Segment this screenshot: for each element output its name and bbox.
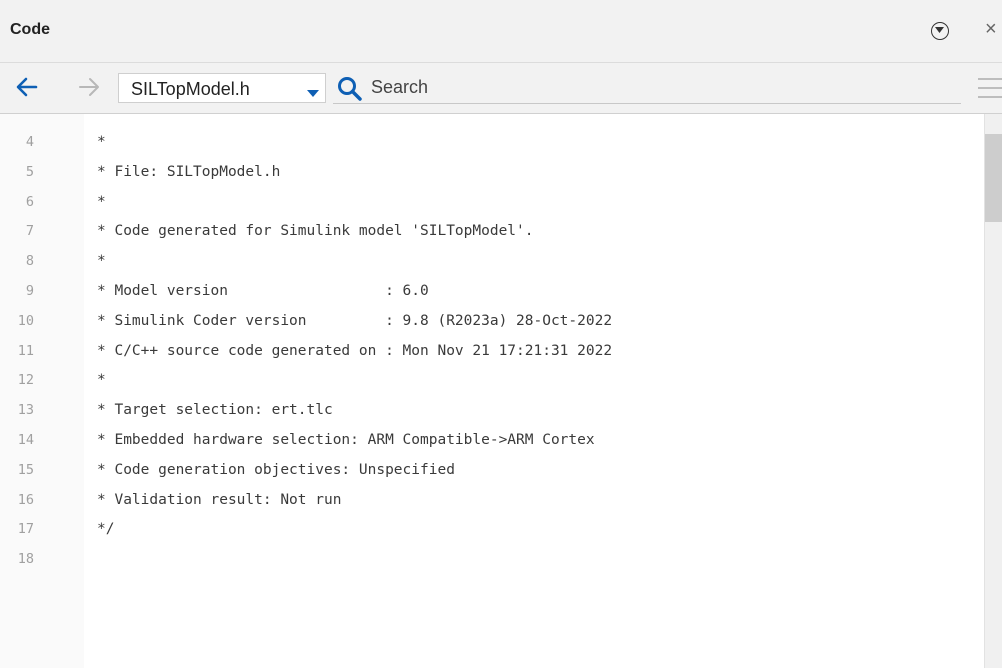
panel-header: Code × [0, 0, 1002, 63]
hamburger-icon[interactable] [976, 75, 1002, 106]
file-selector-dropdown[interactable]: SILTopModel.h [118, 73, 326, 103]
code-text: * File: SILTopModel.h [97, 163, 281, 180]
file-selector-value: SILTopModel.h [131, 79, 250, 99]
close-icon[interactable]: × [985, 19, 997, 39]
circle-chevron-down-icon[interactable] [931, 22, 949, 40]
caret-down-icon [307, 85, 319, 103]
line-number: 5 [25, 163, 34, 180]
line-number: 4 [25, 134, 34, 150]
scrollbar-thumb[interactable] [985, 134, 1002, 222]
code-line: 5 * File: SILTopModel.h [0, 160, 980, 188]
search-icon[interactable] [337, 76, 363, 107]
line-number: 17 [17, 521, 34, 538]
code-line: 4 * [0, 130, 980, 158]
code-line: 9 * Model version : 6.0 [0, 279, 980, 307]
code-text: * C/C++ source code generated on : Mon N… [97, 342, 613, 359]
code-text: * [97, 134, 106, 150]
code-text: * Code generation objectives: Unspecifie… [97, 461, 455, 478]
code-line: 14 * Embedded hardware selection: ARM Com… [0, 428, 980, 456]
line-number: 15 [17, 461, 34, 478]
code-text: * [97, 193, 106, 210]
code-line: 7 * Code generated for Simulink model 'SI… [0, 219, 980, 247]
line-number: 16 [17, 491, 34, 508]
search-input[interactable] [371, 75, 931, 99]
code-line: 18 [0, 547, 980, 575]
code-line: 6 * [0, 190, 980, 218]
vertical-scrollbar[interactable] [984, 114, 1002, 668]
code-line: 10 * Simulink Coder version : 9.8 (R2023a… [0, 309, 980, 337]
line-number: 10 [17, 312, 34, 329]
code-text: * Embedded hardware selection: ARM Compa… [97, 432, 595, 448]
line-number: 9 [25, 283, 34, 299]
search-box[interactable] [333, 73, 961, 104]
line-number: 7 [25, 223, 34, 240]
line-number: 14 [17, 432, 34, 448]
code-text: * [97, 253, 106, 270]
toolbar: SILTopModel.h [0, 63, 1002, 113]
line-number: 6 [25, 193, 34, 210]
code-line: 12 * [0, 368, 980, 396]
code-text: * Simulink Coder version : 9.8 (R2023a) … [97, 312, 613, 329]
panel-title: Code [10, 21, 50, 38]
code-text: * Model version : 6.0 [97, 283, 429, 299]
code-text: * Validation result: Not run [97, 491, 342, 508]
code-text: * Target selection: ert.tlc [97, 402, 333, 419]
arrow-right-icon[interactable] [78, 76, 100, 103]
code-line: 15 * Code generation objectives: Unspecif… [0, 458, 980, 486]
code-text: * Code generated for Simulink model 'SIL… [97, 223, 534, 240]
code-text: */ [97, 521, 115, 538]
arrow-left-icon[interactable] [16, 76, 38, 103]
code-text: * [97, 372, 106, 389]
code-line: 8 * [0, 249, 980, 277]
line-number: 11 [17, 342, 34, 359]
code-line: 17 */ [0, 517, 980, 545]
line-number: 8 [25, 253, 34, 270]
line-number: 18 [17, 551, 34, 568]
code-line: 13 * Target selection: ert.tlc [0, 398, 980, 426]
line-number: 12 [17, 372, 34, 389]
code-line: 11 * C/C++ source code generated on : Mon… [0, 339, 980, 367]
line-number: 13 [17, 402, 34, 419]
code-editor[interactable]: 4 * 5 * File: SILTopModel.h 6 * 7 * Code genera… [0, 113, 1002, 668]
code-line: 16 * Validation result: Not run [0, 488, 980, 516]
